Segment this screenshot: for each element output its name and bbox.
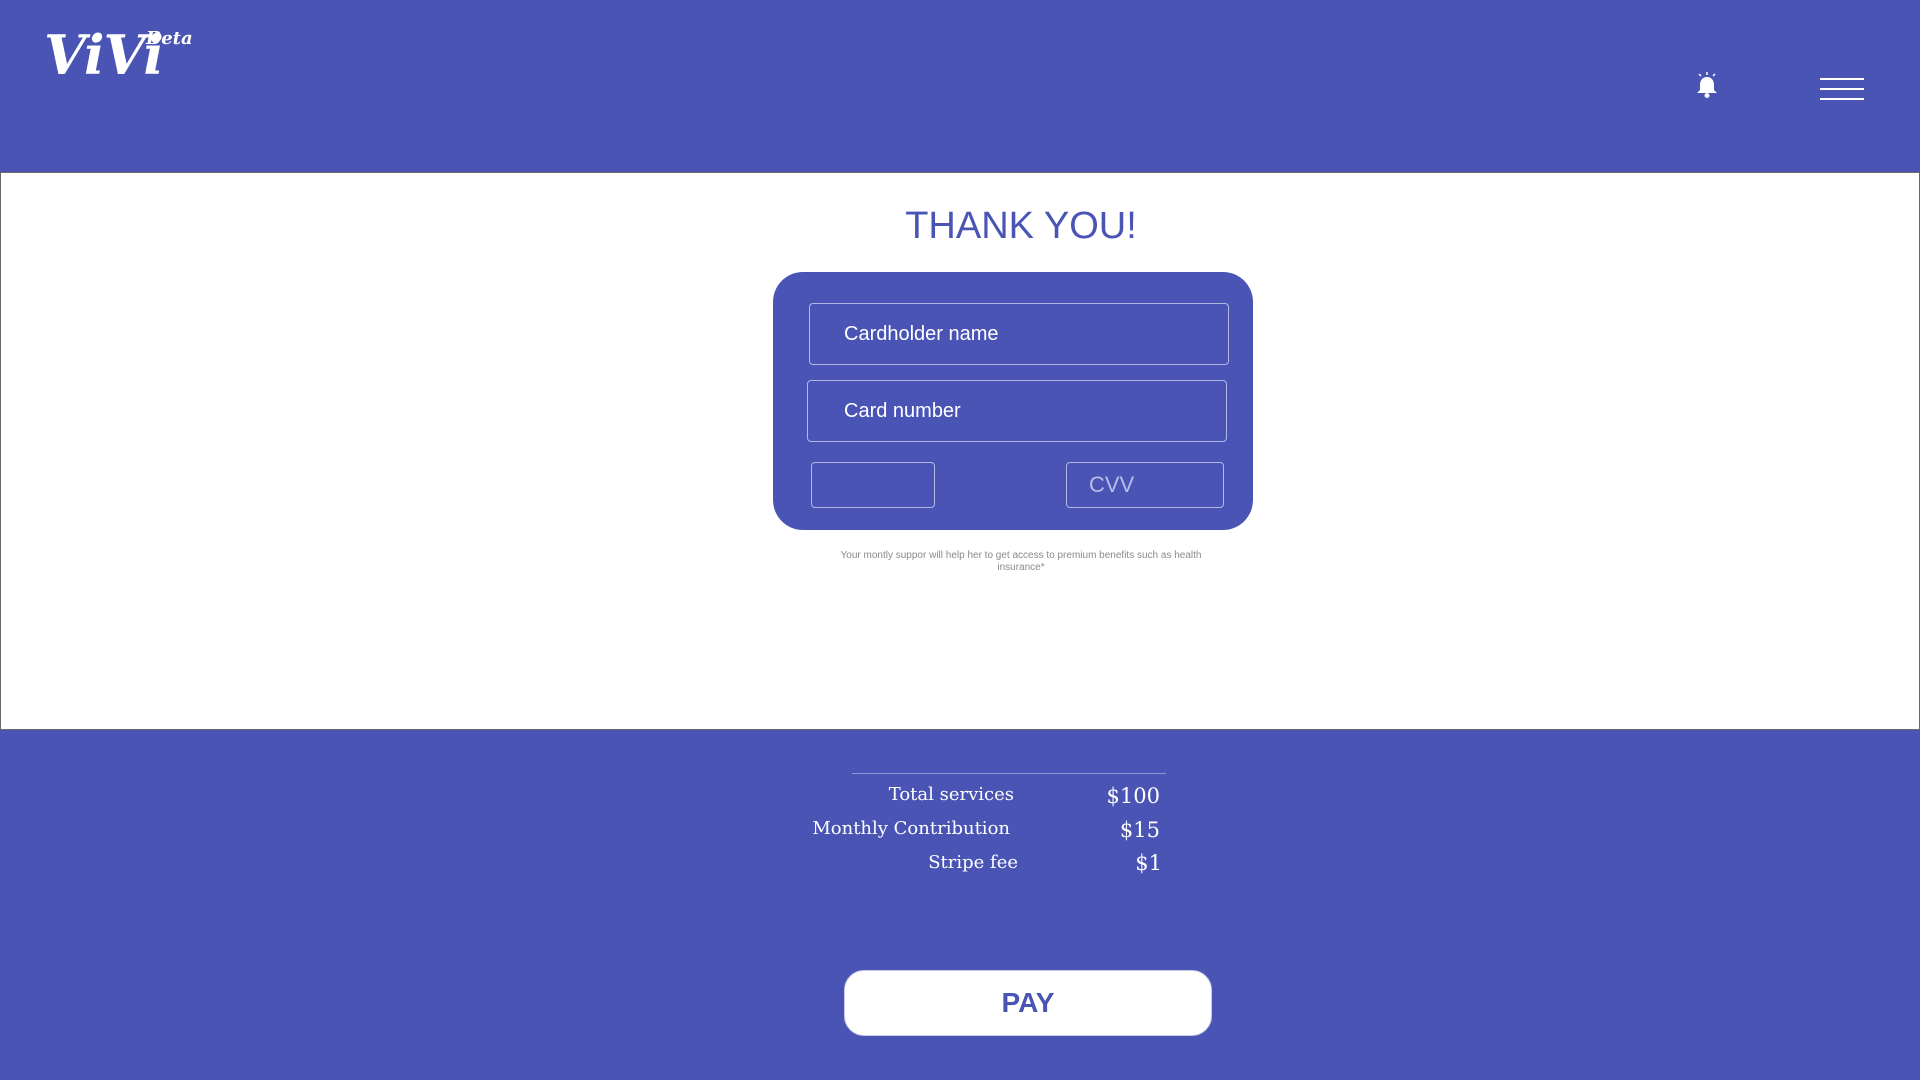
payment-panel: THANK YOU! Cardholder name Card number C… xyxy=(0,172,1920,730)
menu-bar xyxy=(1820,98,1864,100)
menu-bar xyxy=(1820,88,1864,90)
support-note: Your montly suppor will help her to get … xyxy=(840,550,1202,573)
summary-label-total-services: Total services xyxy=(888,784,1014,805)
expiry-date-field[interactable] xyxy=(811,462,935,508)
bell-icon-svg xyxy=(1697,72,1717,98)
page-title: THANK YOU! xyxy=(905,205,1137,247)
summary-value-stripe-fee: $1 xyxy=(1135,851,1162,875)
hamburger-menu-icon[interactable] xyxy=(1820,78,1864,102)
card-form: Cardholder name Card number CVV xyxy=(773,272,1253,530)
cvv-field[interactable]: CVV xyxy=(1066,462,1224,508)
card-number-placeholder: Card number xyxy=(844,399,961,422)
summary-value-total-services: $100 xyxy=(1106,784,1160,808)
menu-bar xyxy=(1820,78,1864,80)
bell-icon[interactable] xyxy=(1694,72,1720,100)
summary-value-monthly-contribution: $15 xyxy=(1119,818,1160,842)
cardholder-name-placeholder: Cardholder name xyxy=(844,322,999,345)
cardholder-name-field[interactable]: Cardholder name xyxy=(809,303,1229,365)
top-header: ViVi Beta xyxy=(0,0,1920,172)
summary-label-monthly-contribution: Monthly Contribution xyxy=(812,818,1010,839)
cvv-placeholder: CVV xyxy=(1089,472,1135,497)
summary-label-stripe-fee: Stripe fee xyxy=(928,852,1018,873)
summary-divider xyxy=(852,773,1166,774)
pay-button[interactable]: PAY xyxy=(844,970,1212,1036)
beta-badge: Beta xyxy=(146,28,193,49)
card-number-field[interactable]: Card number xyxy=(807,380,1227,442)
